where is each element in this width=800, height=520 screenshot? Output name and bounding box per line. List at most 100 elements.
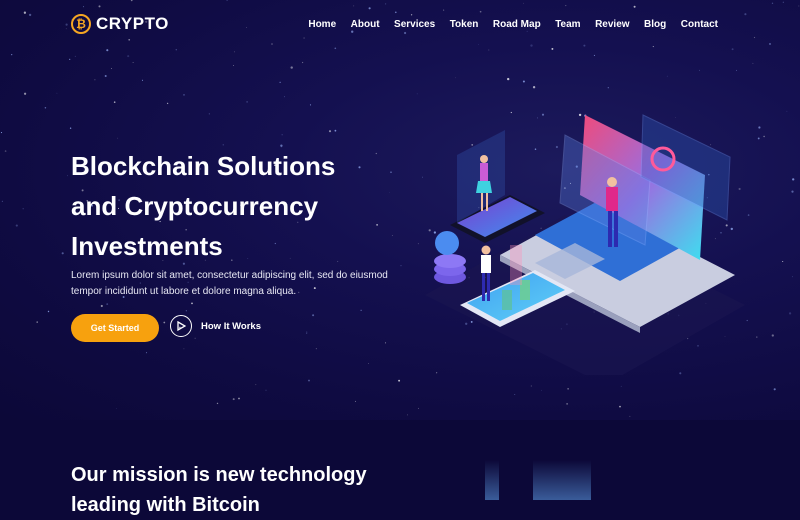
star [233, 65, 234, 66]
get-started-button[interactable]: Get Started [71, 314, 159, 342]
star [175, 49, 177, 51]
star [391, 235, 393, 236]
bitcoin-icon: ₿ [71, 14, 91, 34]
star [127, 55, 130, 58]
headline-line: Blockchain Solutions [71, 151, 336, 181]
star [306, 332, 308, 335]
star [488, 49, 490, 51]
star [47, 310, 50, 313]
hero-subtext: Lorem ipsum dolor sit amet, consectetur … [71, 270, 388, 297]
star [417, 407, 420, 409]
star [394, 11, 397, 14]
star [4, 150, 7, 152]
star [565, 5, 567, 7]
star [309, 104, 312, 106]
star [65, 28, 67, 30]
nav-token[interactable]: Token [450, 19, 479, 30]
star [1, 200, 4, 203]
star [791, 190, 794, 193]
star [290, 66, 293, 69]
star [443, 9, 445, 11]
star [303, 37, 305, 39]
star [132, 61, 134, 63]
star [530, 44, 533, 47]
logo-text: CRYPTO [96, 14, 169, 33]
star [666, 75, 668, 77]
star [301, 61, 304, 64]
star [798, 5, 800, 7]
star [191, 302, 193, 305]
nav-about[interactable]: About [351, 19, 380, 30]
main-nav: Home About Services Token Road Map Team … [294, 19, 718, 30]
star [98, 5, 101, 8]
light-beam [533, 460, 591, 500]
star [246, 101, 248, 103]
nav-team[interactable]: Team [555, 19, 580, 30]
star [163, 321, 166, 324]
star [232, 398, 235, 401]
star [233, 51, 235, 53]
star [69, 127, 72, 129]
star [238, 397, 240, 400]
star [620, 385, 622, 387]
play-icon [170, 315, 192, 337]
star [400, 265, 402, 267]
star [530, 385, 532, 387]
star [283, 96, 286, 98]
star [271, 43, 273, 45]
star [782, 1, 784, 3]
star [83, 6, 85, 8]
star [315, 348, 317, 350]
star [593, 54, 595, 56]
isometric-crypto-laptop-illustration [425, 114, 745, 375]
nav-review[interactable]: Review [595, 19, 629, 30]
star [786, 110, 788, 112]
star [226, 0, 228, 1]
star [583, 44, 586, 47]
star [763, 135, 765, 138]
star [106, 303, 109, 305]
star [183, 94, 185, 96]
star [117, 137, 119, 139]
star [699, 69, 700, 71]
nav-blog[interactable]: Blog [644, 19, 666, 30]
star [514, 394, 516, 395]
star [183, 348, 185, 350]
star [652, 46, 654, 48]
star [354, 400, 356, 402]
star [23, 92, 27, 95]
star [385, 3, 387, 5]
star [507, 77, 510, 81]
star [478, 43, 479, 45]
star [130, 0, 133, 2]
star [74, 55, 76, 57]
nav-services[interactable]: Services [394, 19, 435, 30]
star [633, 5, 636, 8]
star [771, 334, 774, 337]
star [753, 36, 756, 39]
star [731, 48, 734, 51]
how-it-works-button[interactable]: How It Works [170, 315, 261, 337]
star [541, 389, 542, 391]
nav-road-map[interactable]: Road Map [493, 19, 541, 30]
nav-contact[interactable]: Contact [681, 19, 718, 30]
star [61, 252, 64, 255]
star [141, 79, 144, 81]
light-beam [485, 460, 499, 500]
star [113, 101, 116, 103]
how-it-works-label: How It Works [201, 320, 261, 332]
star [265, 389, 267, 391]
star [0, 132, 3, 134]
star [351, 30, 354, 33]
star [404, 31, 407, 35]
star [567, 388, 569, 390]
star [308, 379, 310, 382]
star [279, 81, 281, 83]
nav-home[interactable]: Home [308, 19, 336, 30]
star [104, 74, 107, 78]
star [368, 7, 371, 10]
hero-headline: Blockchain Solutions and Cryptocurrency … [71, 146, 391, 266]
logo[interactable]: ₿ CRYPTO [71, 14, 169, 34]
star [629, 415, 631, 417]
star [607, 87, 609, 89]
